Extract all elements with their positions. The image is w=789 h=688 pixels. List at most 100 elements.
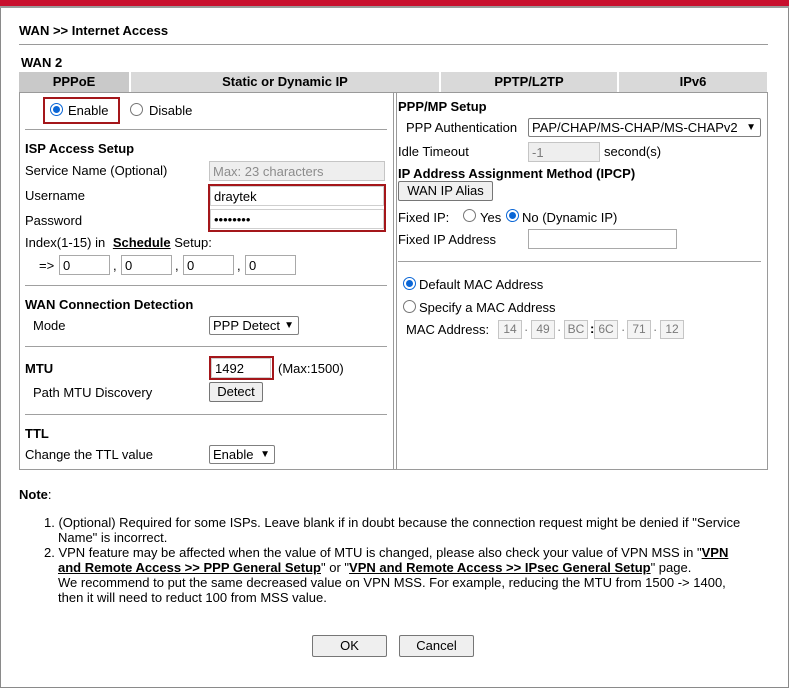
schedule-index-1[interactable] <box>59 255 110 275</box>
cancel-button[interactable]: Cancel <box>399 635 474 657</box>
fixed-ip-yes-label: Yes <box>480 210 502 225</box>
path-mtu-label: Path MTU Discovery <box>33 385 153 400</box>
ttl-heading: TTL <box>25 426 49 441</box>
fixed-ip-address-label: Fixed IP Address <box>398 232 497 247</box>
section-divider <box>398 261 761 262</box>
title-divider <box>19 44 768 45</box>
service-name-label: Service Name (Optional) <box>25 163 168 178</box>
ok-button[interactable]: OK <box>312 635 387 657</box>
mac-dot: · <box>653 322 658 337</box>
note-2-end: " page. <box>650 560 692 575</box>
password-label: Password <box>25 213 83 228</box>
ppp-mp-heading: PPP/MP Setup <box>398 99 487 114</box>
ppp-auth-label: PPP Authentication <box>406 120 518 135</box>
section-divider <box>25 414 387 415</box>
disable-label: Disable <box>149 103 193 118</box>
mac-dot: · <box>557 322 562 337</box>
mac-octet-5[interactable]: 71 <box>627 320 651 339</box>
credentials-highlight <box>208 184 386 232</box>
index-label-pre: Index(1-15) in <box>25 235 106 250</box>
mac-address-label: MAC Address: <box>406 322 490 337</box>
breadcrumb: WAN >> Internet Access <box>19 23 169 38</box>
fixed-ip-yes-radio[interactable] <box>463 209 476 222</box>
note-title: Note <box>19 487 48 502</box>
wan-ip-alias-button[interactable]: WAN IP Alias <box>398 181 493 201</box>
mac-dot: · <box>524 322 529 337</box>
comma: , <box>237 258 241 273</box>
ttl-select[interactable]: Enable ▼ <box>209 445 275 464</box>
section-divider <box>25 285 387 286</box>
chevron-down-icon: ▼ <box>260 449 270 460</box>
note-1-line-2: Name" is incorrect. <box>58 530 168 545</box>
service-name-input[interactable] <box>209 161 385 181</box>
tab-bar: PPPoE Static or Dynamic IP PPTP/L2TP IPv… <box>19 72 767 92</box>
ipsec-general-setup-link[interactable]: VPN and Remote Access >> IPsec General S… <box>349 560 651 575</box>
note-2-line-4: then it will need to reduct 100 from MSS… <box>58 590 327 605</box>
tab-pptp-l2tp[interactable]: PPTP/L2TP <box>441 72 617 92</box>
note-2-text: 2. VPN feature may be affected when the … <box>44 545 702 560</box>
tab-ipv6[interactable]: IPv6 <box>619 72 767 92</box>
mac-octet-6[interactable]: 12 <box>660 320 684 339</box>
note-colon: : <box>47 487 52 502</box>
note-2-mid: " or " <box>321 560 350 575</box>
wan-label: WAN 2 <box>21 55 63 70</box>
tab-static-dynamic-ip[interactable]: Static or Dynamic IP <box>131 72 439 92</box>
chevron-down-icon: ▼ <box>284 320 294 331</box>
ppp-auth-select[interactable]: PAP/CHAP/MS-CHAP/MS-CHAPv2 ▼ <box>528 118 761 137</box>
mac-octet-3[interactable]: BC <box>564 320 588 339</box>
note-1-line-1: 1. (Optional) Required for some ISPs. Le… <box>44 515 741 530</box>
mtu-highlight <box>209 356 274 380</box>
idle-timeout-unit: second(s) <box>604 144 662 159</box>
mac-octet-2[interactable]: 49 <box>531 320 555 339</box>
disable-radio[interactable] <box>130 103 143 116</box>
wan-detection-heading: WAN Connection Detection <box>25 297 194 312</box>
fixed-ip-address-input[interactable] <box>528 229 677 249</box>
mac-dot: · <box>621 322 626 337</box>
note-2-line-3: We recommend to put the same decreased v… <box>58 575 726 590</box>
fixed-ip-no-radio[interactable] <box>506 209 519 222</box>
mac-octet-4[interactable]: 6C <box>594 320 618 339</box>
enable-radio[interactable] <box>50 103 63 116</box>
index-label: Index(1-15) in Schedule Setup: <box>25 235 212 250</box>
enable-label: Enable <box>68 103 109 118</box>
ppp-auth-value: PAP/CHAP/MS-CHAP/MS-CHAPv2 <box>532 120 738 135</box>
mode-value: PPP Detect <box>213 318 280 333</box>
mode-select[interactable]: PPP Detect ▼ <box>209 316 299 335</box>
ppp-general-setup-link[interactable]: and Remote Access >> PPP General Setup <box>58 560 321 575</box>
ipcp-heading: IP Address Assignment Method (IPCP) <box>398 166 636 181</box>
section-divider <box>25 129 387 130</box>
fixed-ip-no-label: No (Dynamic IP) <box>522 210 618 225</box>
mtu-heading: MTU <box>25 361 54 376</box>
note-heading: Note: <box>19 487 52 502</box>
mtu-max-text: (Max:1500) <box>278 361 344 376</box>
schedule-index-2[interactable] <box>121 255 172 275</box>
username-label: Username <box>25 188 85 203</box>
note-2-line-1: 2. VPN feature may be affected when the … <box>44 545 728 560</box>
ttl-change-label: Change the TTL value <box>25 447 153 462</box>
fixed-ip-label: Fixed IP: <box>398 210 450 225</box>
vpn-link-a[interactable]: VPN <box>702 545 729 560</box>
idle-timeout-label: Idle Timeout <box>398 144 469 159</box>
schedule-link[interactable]: Schedule <box>113 235 171 250</box>
tab-pppoe[interactable]: PPPoE <box>19 72 129 92</box>
chevron-down-icon: ▼ <box>746 122 756 133</box>
comma: , <box>175 258 179 273</box>
default-mac-label: Default MAC Address <box>419 277 544 292</box>
arrow-label: => <box>39 258 55 273</box>
specify-mac-radio[interactable] <box>403 300 416 313</box>
detect-button[interactable]: Detect <box>209 382 263 402</box>
mac-octet-1[interactable]: 14 <box>498 320 522 339</box>
idle-timeout-input[interactable] <box>528 142 600 162</box>
index-label-post: Setup: <box>174 235 212 250</box>
schedule-index-3[interactable] <box>183 255 234 275</box>
mode-label: Mode <box>33 318 66 333</box>
specify-mac-label: Specify a MAC Address <box>419 300 556 315</box>
section-divider <box>25 346 387 347</box>
schedule-index-4[interactable] <box>245 255 296 275</box>
default-mac-radio[interactable] <box>403 277 416 290</box>
comma: , <box>113 258 117 273</box>
isp-access-heading: ISP Access Setup <box>25 141 135 156</box>
note-2-line-2: and Remote Access >> PPP General Setup" … <box>58 560 691 575</box>
top-accent-bar <box>0 0 789 8</box>
ttl-value: Enable <box>213 447 254 462</box>
